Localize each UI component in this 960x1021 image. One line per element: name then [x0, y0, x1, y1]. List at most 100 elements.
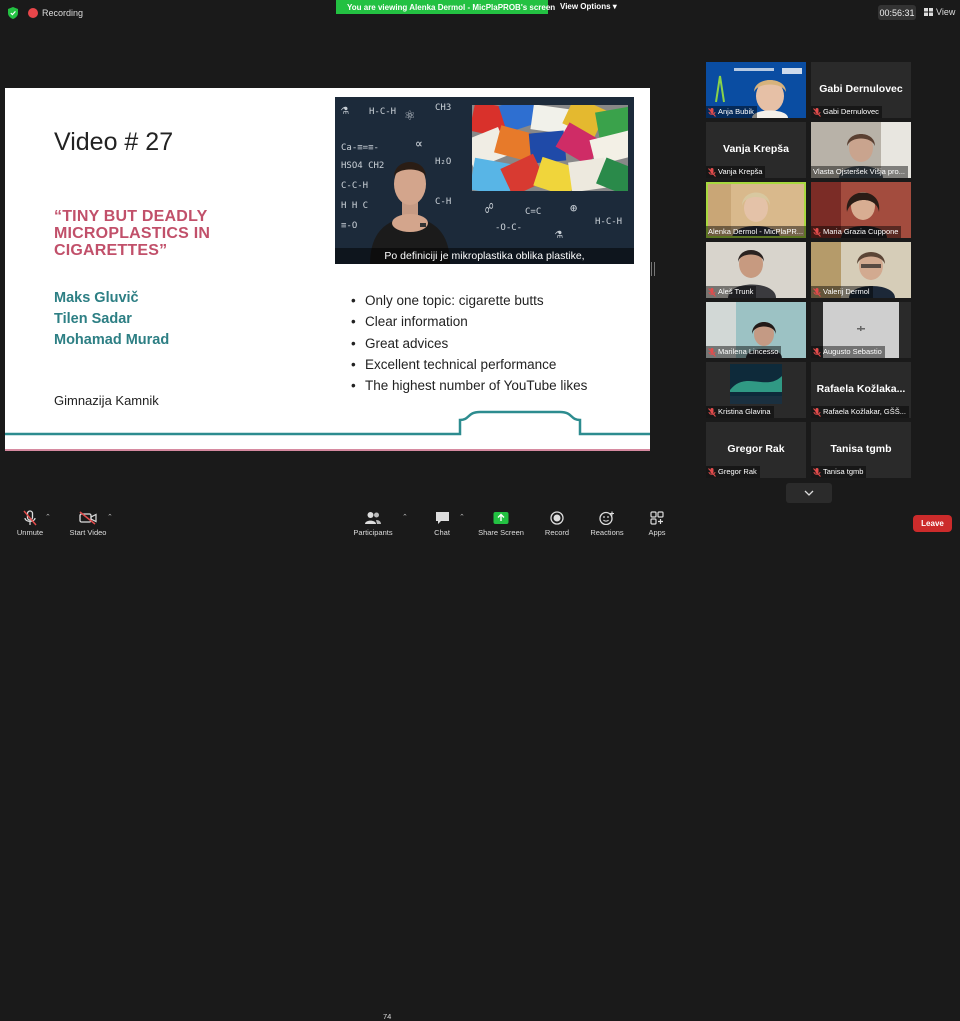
- participant-name: Marilena Lincesso: [706, 346, 782, 358]
- video-off-icon: [79, 511, 97, 525]
- participant-tile[interactable]: Valerij Dermol: [811, 242, 911, 298]
- participant-tile[interactable]: Anja Bubik: [706, 62, 806, 118]
- recording-label: Recording: [42, 8, 84, 18]
- participant-display-name: Rafaela Kožlaka...: [816, 383, 906, 395]
- participant-tile[interactable]: Rafaela Kožlaka... Rafaela Kožlakar, GŠŠ…: [811, 362, 911, 418]
- record-icon: [550, 511, 564, 525]
- presenter-video: [370, 162, 450, 264]
- chat-button[interactable]: Chat: [428, 505, 456, 540]
- mic-muted-icon: [708, 287, 716, 297]
- mic-muted-icon: [813, 467, 821, 477]
- mic-muted-icon: [708, 407, 716, 417]
- participants-options-caret[interactable]: ⌃: [402, 513, 408, 521]
- mic-muted-icon: [813, 107, 821, 117]
- chat-label: Chat: [434, 528, 450, 537]
- apps-button[interactable]: Apps: [642, 505, 672, 540]
- share-screen-button[interactable]: Share Screen: [476, 505, 526, 540]
- participant-tile[interactable]: Tanisa tgmb Tanisa tgmb: [811, 422, 911, 478]
- reactions-button[interactable]: Reactions: [586, 505, 628, 540]
- author-name: Mohamad Murad: [54, 332, 170, 348]
- resize-handle[interactable]: [651, 262, 655, 276]
- video-gallery: Anja Bubik Gabi Dernulovec Gabi Dernulov…: [706, 62, 911, 482]
- leave-button[interactable]: Leave: [913, 515, 952, 532]
- participant-name: Anja Bubik: [706, 106, 757, 118]
- slide-title: Video # 27: [54, 128, 174, 156]
- meeting-timer: 00:56:31: [878, 5, 916, 20]
- mic-muted-icon: [813, 287, 821, 297]
- top-bar: Recording You are viewing Alenka Dermol …: [0, 0, 960, 26]
- participant-name: Vanja Krepša: [706, 166, 766, 178]
- participant-tile[interactable]: Augusto Sebastio: [811, 302, 911, 358]
- meeting-toolbar: Unmute ⌃ Start Video ⌃ Participants 74 ⌃…: [0, 505, 960, 1021]
- unmute-button[interactable]: Unmute: [12, 505, 48, 540]
- mic-muted-icon: [708, 467, 716, 477]
- view-options-label: View Options: [560, 2, 611, 11]
- audio-options-caret[interactable]: ⌃: [45, 513, 51, 521]
- participant-tile[interactable]: Marilena Lincesso: [706, 302, 806, 358]
- atom-icon: ⚛: [405, 105, 415, 124]
- participant-name: Valerij Dermol: [811, 286, 873, 298]
- participant-tile[interactable]: Gregor Rak Gregor Rak: [706, 422, 806, 478]
- participant-name: Kristina Glavina: [706, 406, 774, 418]
- participant-tile[interactable]: Kristina Glavina: [706, 362, 806, 418]
- participant-name: Rafaela Kožlakar, GŠŠ...: [811, 406, 909, 418]
- unmute-label: Unmute: [16, 528, 44, 537]
- view-button[interactable]: View: [924, 7, 955, 17]
- recording-icon: [28, 8, 38, 18]
- participants-count: 74: [383, 1012, 392, 1021]
- share-screen-label: Share Screen: [478, 528, 524, 537]
- mic-muted-icon: [813, 227, 821, 237]
- bullet-item: Only one topic: cigarette butts: [351, 290, 587, 312]
- slide-quote: “TINY BUT DEADLY MICROPLASTICS IN CIGARE…: [54, 208, 211, 259]
- video-caption: Po definiciji je mikroplastika oblika pl…: [335, 248, 634, 264]
- mic-muted-icon: [708, 167, 716, 177]
- mic-muted-icon: [708, 107, 716, 117]
- participant-display-name: Gregor Rak: [727, 443, 785, 455]
- gallery-next-page-button[interactable]: [786, 483, 832, 503]
- bullet-item: Excellent technical performance: [351, 354, 587, 376]
- participant-name: Vlasta Ojsteršek Višja pro...: [811, 166, 908, 178]
- participant-tile[interactable]: Vanja Krepša Vanja Krepša: [706, 122, 806, 178]
- chat-options-caret[interactable]: ⌃: [459, 513, 465, 521]
- participant-name: Maria Grazia Cuppone: [811, 226, 902, 238]
- start-video-label: Start Video: [69, 528, 107, 537]
- participants-label: Participants: [353, 528, 393, 537]
- apps-label: Apps: [648, 528, 666, 537]
- view-options-button[interactable]: View Options ▾: [560, 2, 617, 11]
- slide-authors: Maks Gluvič Tilen Sadar Mohamad Murad: [54, 288, 169, 351]
- microplastics-image: [472, 105, 628, 191]
- start-video-button[interactable]: Start Video: [64, 505, 112, 540]
- participant-name: Aleš Trunk: [706, 286, 757, 298]
- participant-tile[interactable]: Vlasta Ojsteršek Višja pro...: [811, 122, 911, 178]
- bullet-item: Great advices: [351, 333, 587, 355]
- bullet-item: Clear information: [351, 311, 587, 333]
- participants-button[interactable]: Participants: [350, 505, 396, 540]
- viewing-banner: You are viewing Alenka Dermol - MicPlaPR…: [336, 0, 555, 14]
- share-screen-icon: [493, 512, 509, 524]
- bullet-item: The highest number of YouTube likes: [351, 375, 587, 397]
- shield-icon[interactable]: [8, 7, 18, 19]
- participant-tile[interactable]: Aleš Trunk: [706, 242, 806, 298]
- mic-muted-icon: [23, 510, 37, 526]
- grid-icon: [924, 8, 933, 16]
- chevron-down-icon: [804, 490, 814, 496]
- participant-name: Gabi Dernulovec: [811, 106, 882, 118]
- record-button[interactable]: Record: [540, 505, 574, 540]
- reactions-icon: [599, 511, 614, 525]
- participant-tile[interactable]: Gabi Dernulovec Gabi Dernulovec: [811, 62, 911, 118]
- participant-tile[interactable]: Maria Grazia Cuppone: [811, 182, 911, 238]
- mic-muted-icon: [813, 347, 821, 357]
- chat-icon: [435, 512, 449, 524]
- participant-tile-active-speaker[interactable]: Alenka Dermol - MicPlaPR...: [706, 182, 806, 238]
- participant-display-name: Tanisa tgmb: [830, 443, 892, 455]
- record-label: Record: [544, 528, 570, 537]
- video-thumbnail: ⚗ H-C-H ⚛ CH3 Ca-≡=≡- ∝ HSO4 CH2 C-C-H H…: [335, 97, 634, 264]
- author-name: Maks Gluvič: [54, 290, 139, 306]
- slide-bullets: Only one topic: cigarette butts Clear in…: [351, 290, 587, 397]
- participant-name: Augusto Sebastio: [811, 346, 885, 358]
- video-options-caret[interactable]: ⌃: [107, 513, 113, 521]
- participants-icon: [365, 512, 381, 524]
- view-label: View: [936, 7, 956, 17]
- participant-name: Alenka Dermol - MicPlaPR...: [706, 226, 806, 238]
- mic-muted-icon: [708, 347, 716, 357]
